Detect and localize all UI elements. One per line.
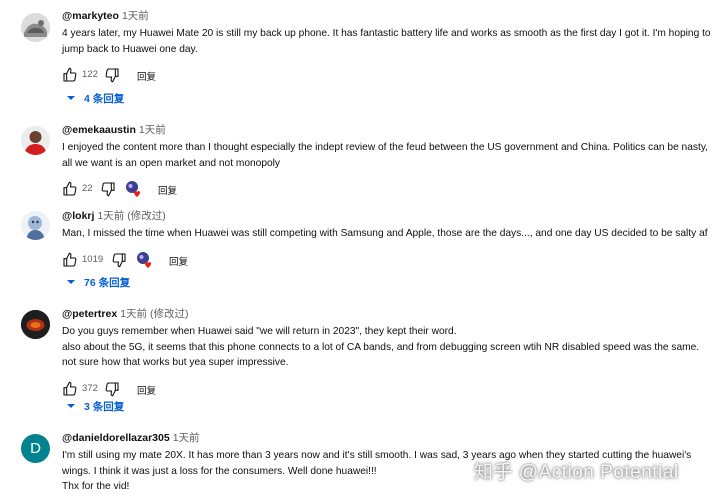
- comment-text: 4 years later, my Huawei Mate 20 is stil…: [62, 28, 711, 55]
- avatar-letter: D: [30, 440, 41, 457]
- thumbs-up-icon: [63, 67, 77, 82]
- comment-actions: 22 回复: [62, 180, 712, 198]
- edited-label: (修改过): [150, 308, 189, 320]
- reply-button[interactable]: 回复: [169, 254, 188, 268]
- avatar[interactable]: D: [21, 434, 50, 463]
- creator-heart-icon: [126, 181, 141, 198]
- view-replies-button[interactable]: 3 条回复: [66, 398, 124, 414]
- like-button[interactable]: [62, 180, 78, 198]
- like-count: 1019: [82, 253, 104, 265]
- thumbs-down-icon: [105, 382, 119, 396]
- comment-author[interactable]: @lokrj: [62, 210, 94, 222]
- thumbs-up-icon: [63, 381, 77, 396]
- like-count: 122: [82, 69, 98, 81]
- creator-heart-icon: [137, 251, 152, 268]
- view-replies-button[interactable]: 4 条回复: [66, 90, 124, 106]
- dislike-button[interactable]: [104, 66, 120, 84]
- like-button[interactable]: [62, 251, 78, 269]
- comment-meta: @danieldorellazar305 1天前: [62, 432, 712, 445]
- avatar[interactable]: [21, 126, 50, 155]
- reply-button[interactable]: 回复: [137, 69, 156, 83]
- comment-time[interactable]: 1天前: [173, 432, 200, 444]
- dislike-button[interactable]: [100, 180, 116, 198]
- comment-time[interactable]: 1天前: [97, 210, 124, 222]
- comment-actions: 1019 回复: [62, 251, 712, 269]
- comment-text: I enjoyed the content more than I though…: [62, 142, 708, 169]
- avatar-image: [21, 13, 50, 42]
- comment-time[interactable]: 1天前: [122, 10, 149, 22]
- comment-meta: @petertrex 1天前 (修改过): [62, 308, 712, 321]
- edited-label: (修改过): [127, 210, 166, 222]
- avatar[interactable]: [21, 211, 50, 240]
- like-button[interactable]: [62, 380, 78, 398]
- comment-author[interactable]: @emekaaustin: [62, 124, 136, 136]
- reply-button[interactable]: 回复: [158, 183, 177, 197]
- thumbs-down-icon: [105, 68, 119, 83]
- view-replies-button[interactable]: 76 条回复: [66, 274, 130, 290]
- thumbs-down-icon: [101, 182, 115, 197]
- comment-meta: @lokrj 1天前 (修改过): [62, 210, 712, 223]
- comment-author[interactable]: @petertrex: [62, 308, 117, 320]
- comment-author[interactable]: @danieldorellazar305: [62, 432, 170, 444]
- thumbs-up-icon: [63, 252, 77, 267]
- avatar-image: [21, 211, 50, 240]
- dislike-button[interactable]: [104, 380, 120, 398]
- thumbs-down-icon: [112, 253, 126, 267]
- comment-meta: @markyteo 1天前: [62, 10, 712, 23]
- thumbs-up-icon: [63, 181, 77, 196]
- avatar-image: [21, 126, 50, 155]
- comment-author[interactable]: @markyteo: [62, 10, 119, 22]
- dislike-button[interactable]: [111, 251, 127, 269]
- avatar-image: [21, 310, 50, 339]
- comment-time[interactable]: 1天前: [139, 124, 166, 136]
- reply-button[interactable]: 回复: [137, 383, 156, 397]
- avatar[interactable]: [21, 13, 50, 42]
- comment-actions: 372 回复: [62, 380, 712, 398]
- comment-actions: 122 回复: [62, 66, 712, 84]
- comment-time[interactable]: 1天前: [120, 308, 147, 320]
- like-button[interactable]: [62, 66, 78, 84]
- chevron-down-icon: [67, 280, 75, 284]
- like-count: 372: [82, 382, 98, 394]
- chevron-down-icon: [67, 96, 75, 100]
- avatar[interactable]: [21, 310, 50, 339]
- comment-text: Man, I missed the time when Huawei was s…: [62, 228, 708, 239]
- like-count: 22: [82, 183, 93, 195]
- comment-text: Do you guys remember when Huawei said "w…: [62, 326, 700, 369]
- watermark: 知乎 @Action Potential: [474, 462, 679, 483]
- comment-meta: @emekaaustin 1天前: [62, 124, 712, 137]
- chevron-down-icon: [67, 404, 75, 408]
